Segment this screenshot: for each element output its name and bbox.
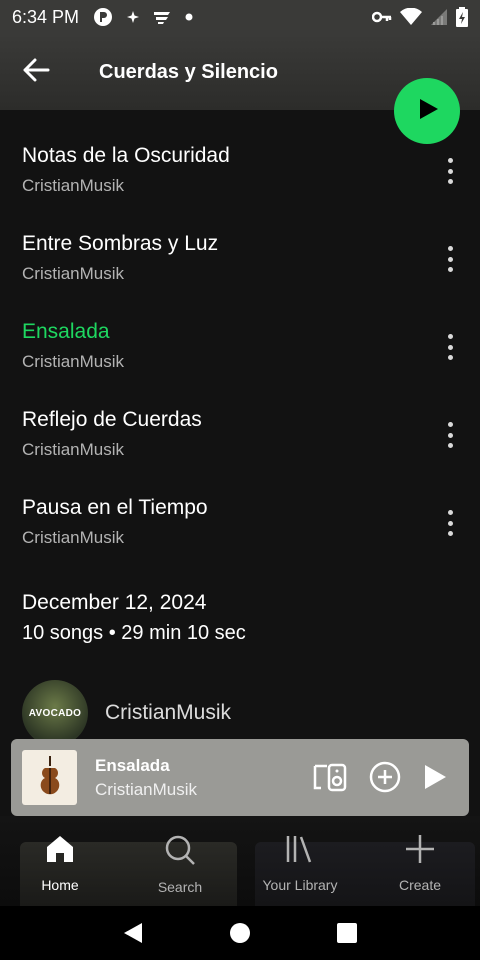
play-icon[interactable]	[423, 764, 447, 790]
add-icon[interactable]	[369, 761, 401, 793]
more-options-icon[interactable]	[440, 506, 460, 540]
track-title: Entre Sombras y Luz	[22, 232, 219, 255]
nav-label: Your Library	[262, 877, 338, 893]
system-nav-bar	[0, 906, 480, 960]
more-options-icon[interactable]	[440, 154, 460, 188]
search-icon	[164, 834, 196, 871]
library-icon	[285, 834, 315, 869]
wifi-icon	[400, 8, 422, 26]
violin-icon	[40, 755, 59, 794]
track-row[interactable]: Pausa en el Tiempo CristianMusik	[0, 478, 480, 566]
now-playing-title: Ensalada	[95, 755, 170, 775]
pinwheel-icon	[127, 11, 140, 23]
playlist-title: Cuerdas y Silencio	[99, 60, 278, 83]
plus-icon	[405, 834, 435, 869]
track-title: Reflejo de Cuerdas	[22, 408, 202, 431]
cell-signal-icon	[430, 8, 448, 26]
artist-avatar: AVOCADO	[22, 680, 88, 746]
track-title-playing: Ensalada	[22, 320, 110, 343]
track-row[interactable]: Entre Sombras y Luz CristianMusik	[0, 214, 480, 302]
track-list: Notas de la Oscuridad CristianMusik Entr…	[0, 126, 480, 566]
album-cover	[22, 750, 77, 805]
track-row[interactable]: Ensalada CristianMusik	[0, 302, 480, 390]
artist-row[interactable]: AVOCADO CristianMusik	[22, 680, 231, 746]
nav-label: Home	[41, 877, 79, 893]
more-options-icon[interactable]	[440, 418, 460, 452]
more-options-icon[interactable]	[440, 330, 460, 364]
nav-home[interactable]: Home	[0, 816, 120, 906]
track-artist: CristianMusik	[22, 440, 125, 459]
arrow-left-icon	[22, 58, 50, 87]
system-back-icon[interactable]	[113, 913, 153, 953]
now-playing-bar[interactable]: Ensalada CristianMusik	[11, 739, 469, 816]
dot-icon	[185, 13, 193, 21]
track-row[interactable]: Notas de la Oscuridad CristianMusik	[0, 126, 480, 214]
podcast-app-icon	[93, 7, 113, 27]
connect-device-icon[interactable]	[313, 762, 347, 792]
nav-label: Search	[157, 879, 203, 895]
track-artist: CristianMusik	[22, 176, 125, 195]
release-date: December 12, 2024	[22, 591, 207, 614]
track-artist: CristianMusik	[22, 352, 125, 371]
battery-icon	[456, 7, 468, 27]
track-title: Pausa en el Tiempo	[22, 496, 208, 519]
nav-label: Create	[398, 877, 442, 893]
more-options-icon[interactable]	[440, 242, 460, 276]
status-time: 6:34 PM	[12, 6, 80, 27]
track-artist: CristianMusik	[22, 528, 125, 547]
vpn-key-icon	[372, 11, 392, 23]
now-playing-artist: CristianMusik	[95, 779, 198, 799]
playlist-meta: December 12, 2024 10 songs • 29 min 10 s…	[22, 588, 246, 648]
back-button[interactable]	[0, 34, 72, 110]
artist-name: CristianMusik	[105, 701, 232, 724]
track-artist: CristianMusik	[22, 264, 125, 283]
track-title: Notas de la Oscuridad	[22, 144, 230, 167]
avatar-label: AVOCADO	[28, 707, 82, 719]
notification-icons	[93, 7, 193, 27]
nav-library[interactable]: Your Library	[240, 816, 360, 906]
status-bar: 6:34 PM	[0, 0, 480, 34]
playlist-summary: 10 songs • 29 min 10 sec	[22, 622, 246, 644]
nav-create[interactable]: Create	[360, 816, 480, 906]
bottom-nav: Home Search Your Library Create	[0, 816, 480, 906]
home-icon	[45, 834, 75, 869]
system-home-icon[interactable]	[220, 913, 260, 953]
nav-search[interactable]: Search	[120, 816, 240, 906]
flipboard-icon	[153, 9, 171, 25]
track-row[interactable]: Reflejo de Cuerdas CristianMusik	[0, 390, 480, 478]
play-icon	[415, 97, 439, 126]
system-recents-icon[interactable]	[327, 913, 367, 953]
